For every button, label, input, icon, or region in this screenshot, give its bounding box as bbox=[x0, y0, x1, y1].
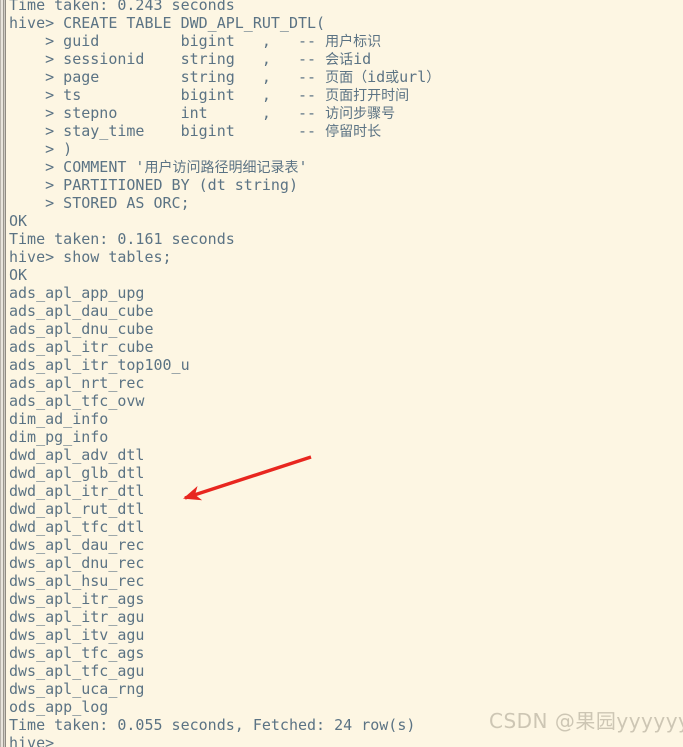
table-list-item: dws_apl_tfc_agu bbox=[9, 662, 145, 680]
table-list-item: dws_apl_dau_rec bbox=[9, 536, 145, 554]
continuation-line: > page string , -- 页面（id或url） bbox=[9, 68, 441, 86]
table-list-item: dws_apl_hsu_rec bbox=[9, 572, 145, 590]
console-output[interactable]: Time taken: 0.243 seconds hive> CREATE TA… bbox=[9, 0, 683, 747]
prompt-line: hive> show tables; bbox=[9, 248, 172, 266]
table-list-item: dwd_apl_itr_dtl bbox=[9, 482, 145, 500]
continuation-line: > stay_time bigint -- 停留时长 bbox=[9, 122, 382, 140]
cjk-comment-text: 用户标识 bbox=[325, 34, 382, 50]
cjk-comment-text: 用户访问路径明细记录表 bbox=[144, 160, 299, 176]
table-list-item: dim_ad_info bbox=[9, 410, 109, 428]
continuation-line: > PARTITIONED BY (dt string) bbox=[9, 176, 298, 194]
table-list-item: dws_apl_itr_ags bbox=[9, 590, 145, 608]
continuation-line: > COMMENT '用户访问路径明细记录表' bbox=[9, 158, 308, 176]
table-list-item: dws_apl_dnu_rec bbox=[9, 554, 145, 572]
table-list-item: dim_pg_info bbox=[9, 428, 109, 446]
status-ok: OK bbox=[9, 266, 28, 284]
table-list-item: dws_apl_uca_rng bbox=[9, 680, 145, 698]
continuation-line: > ) bbox=[9, 140, 73, 158]
table-list-item: dws_apl_itv_agu bbox=[9, 626, 145, 644]
continuation-line: > STORED AS ORC; bbox=[9, 194, 190, 212]
cjk-comment-text: 页面打开时间 bbox=[325, 88, 410, 104]
table-list-item: ads_apl_itr_top100_u bbox=[9, 356, 190, 374]
cjk-comment-text: 会话 bbox=[325, 52, 354, 68]
table-list-item: ads_apl_itr_cube bbox=[9, 338, 154, 356]
cjk-comment-text: 访问步骤号 bbox=[325, 106, 396, 122]
cjk-comment-text: 停留时长 bbox=[325, 124, 382, 140]
csdn-watermark: CSDN @果园yyyyyyyyy bbox=[489, 709, 683, 733]
continuation-line: > sessionid string , -- 会话id bbox=[9, 50, 372, 68]
prompt-line: hive> bbox=[9, 734, 55, 747]
continuation-line: > stepno int , -- 访问步骤号 bbox=[9, 104, 396, 122]
table-list-item: ads_apl_nrt_rec bbox=[9, 374, 145, 392]
table-list-item: dwd_apl_rut_dtl bbox=[9, 500, 145, 518]
hive-terminal-window[interactable]: Time taken: 0.243 seconds hive> CREATE TA… bbox=[0, 0, 683, 747]
table-list-item: dws_apl_tfc_ags bbox=[9, 644, 145, 662]
table-list-item: ads_apl_dnu_cube bbox=[9, 320, 154, 338]
table-list-item: dwd_apl_tfc_dtl bbox=[9, 518, 145, 536]
continuation-line: > ts bigint , -- 页面打开时间 bbox=[9, 86, 410, 104]
cjk-comment-text: 页面（ bbox=[325, 70, 368, 86]
table-list-item: dws_apl_itr_agu bbox=[9, 608, 145, 626]
cjk-comment-text: 或 bbox=[385, 70, 400, 86]
table-list-item: ads_apl_tfc_ovw bbox=[9, 392, 145, 410]
prompt-line: hive> CREATE TABLE DWD_APL_RUT_DTL( bbox=[9, 14, 326, 32]
table-list-item: dwd_apl_glb_dtl bbox=[9, 464, 145, 482]
table-list-item: ads_apl_dau_cube bbox=[9, 302, 154, 320]
watermark-text: CSDN @果园yyyyyyyyy bbox=[489, 709, 683, 733]
table-list-item: dwd_apl_adv_dtl bbox=[9, 446, 145, 464]
table-list-item: ads_apl_app_upg bbox=[9, 284, 145, 302]
status-time-taken: Time taken: 0.243 seconds bbox=[9, 0, 235, 14]
cjk-comment-text: ） bbox=[426, 70, 441, 86]
continuation-line: > guid bigint , -- 用户标识 bbox=[9, 32, 382, 50]
status-time-taken: Time taken: 0.161 seconds bbox=[9, 230, 235, 248]
status-ok: OK bbox=[9, 212, 28, 230]
window-left-border bbox=[0, 0, 9, 747]
